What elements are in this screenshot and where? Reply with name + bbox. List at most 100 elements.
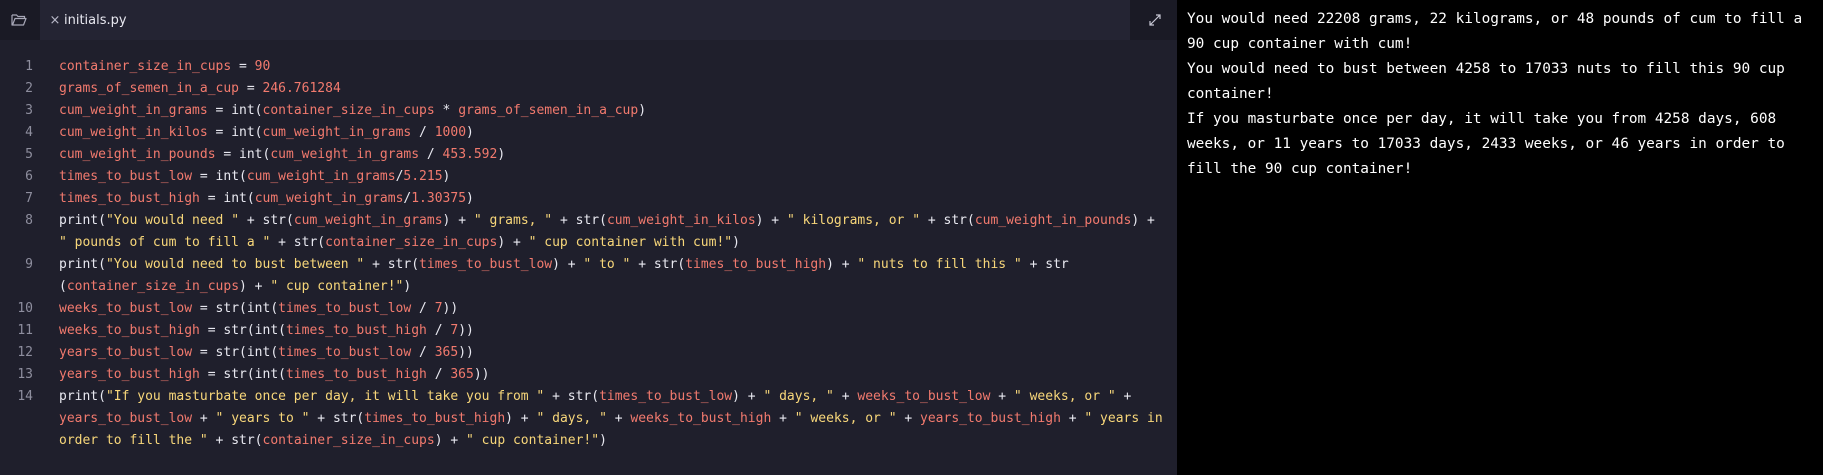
code-punct: + str( [630, 257, 686, 272]
code-number: 453.592 [442, 147, 498, 162]
code-text: cum_weight_in_grams = int(container_size… [59, 100, 1164, 122]
code-text: container_size_in_cups = 90 [59, 56, 1164, 78]
code-punct: )) [442, 301, 459, 316]
code-punct: ) [466, 125, 474, 140]
code-text: years_to_bust_high = str(int(times_to_bu… [59, 364, 1164, 386]
code-punct: + str( [239, 213, 294, 228]
code-variable: grams_of_semen_in_a_cup [458, 103, 639, 118]
code-string: " weeks, or " [1013, 389, 1116, 404]
code-line: 7 times_to_bust_high = int(cum_weight_in_… [0, 188, 1177, 210]
code-variable: cum_weight_in_kilos [606, 213, 756, 228]
code-punct: = str(int( [199, 323, 286, 338]
code-punct: = str(int( [192, 345, 279, 360]
code-punct: ) [599, 433, 607, 448]
code-punct: + str( [270, 235, 326, 250]
code-punct: + str( [364, 257, 420, 272]
line-number: 11 [17, 323, 33, 338]
code-punct: ) + [552, 257, 584, 272]
tab-bar: × initials.py [0, 0, 1177, 40]
code-punct: + [896, 411, 921, 426]
code-variable: cum_weight_in_pounds [974, 213, 1132, 228]
code-punct: = int( [192, 169, 247, 184]
output-line: If you masturbate once per day, it will … [1187, 111, 1794, 177]
code-variable: years_to_bust_high [59, 367, 200, 382]
line-number: 10 [17, 301, 33, 316]
code-string: " nuts to fill this " [857, 257, 1022, 272]
code-punct: ) + [442, 213, 474, 228]
code-punct: + [192, 411, 216, 426]
code-variable: years_to_bust_low [59, 411, 193, 426]
line-number: 5 [25, 147, 33, 162]
code-string: " to " [583, 257, 631, 272]
code-punct: + [606, 411, 631, 426]
code-punct: + str( [207, 433, 263, 448]
code-text: cum_weight_in_pounds = int(cum_weight_in… [59, 144, 1164, 166]
tab-initials-py[interactable]: × initials.py [40, 0, 1130, 40]
code-text: grams_of_semen_in_a_cup = 246.761284 [59, 78, 1164, 100]
code-string: " cup container!" [466, 433, 600, 448]
code-variable: cum_weight_in_grams [262, 125, 412, 140]
code-number: 90 [254, 59, 271, 74]
code-number: 246.761284 [262, 81, 341, 96]
code-variable: weeks_to_bust_low [857, 389, 991, 404]
code-text: print("You would need " + str(cum_weight… [59, 210, 1164, 254]
code-text: years_to_bust_low = str(int(times_to_bus… [59, 342, 1164, 364]
code-punct: / [426, 367, 451, 382]
code-punct: ) [403, 279, 412, 294]
code-text: print("If you masturbate once per day, i… [59, 386, 1164, 452]
code-punct: + [990, 389, 1014, 404]
code-punct: = int( [199, 191, 255, 206]
code-punct: + str( [552, 213, 607, 228]
code-punct: ) + [239, 279, 271, 294]
close-icon[interactable]: × [46, 13, 64, 28]
code-punct: ) + [434, 433, 467, 448]
code-string: " cup container with cum!" [528, 235, 733, 250]
code-string: " weeks, or " [794, 411, 897, 426]
code-line: 8 print("You would need " + str(cum_weigh… [0, 210, 1177, 254]
line-number: 8 [25, 213, 33, 228]
code-punct: print( [59, 257, 106, 272]
code-text: times_to_bust_low = int(cum_weight_in_gr… [59, 166, 1164, 188]
line-number: 4 [25, 125, 33, 140]
code-punct: + [833, 389, 858, 404]
code-punct: + [1115, 389, 1140, 404]
code-string: "You would need to bust between " [105, 257, 365, 272]
code-body[interactable]: 1 container_size_in_cups = 90 2 grams_of_se… [0, 56, 1177, 452]
code-line: 13 years_to_bust_high = str(int(times_to_… [0, 364, 1177, 386]
expand-icon [1149, 14, 1161, 26]
code-variable: cum_weight_in_grams [293, 213, 443, 228]
code-variable: times_to_bust_low [278, 301, 412, 316]
code-number: 1.30375 [411, 191, 467, 206]
files-button[interactable] [0, 0, 38, 40]
code-punct: ) + [826, 257, 858, 272]
code-punct: = int( [215, 147, 271, 162]
code-number: 7 [434, 301, 443, 316]
code-number: 365 [450, 367, 474, 382]
code-text: cum_weight_in_kilos = int(cum_weight_in_… [59, 122, 1164, 144]
line-number: 14 [17, 389, 33, 404]
line-number: 7 [25, 191, 33, 206]
code-variable: times_to_bust_high [364, 411, 506, 426]
code-text: weeks_to_bust_high = str(int(times_to_bu… [59, 320, 1164, 342]
code-line: 2 grams_of_semen_in_a_cup = 246.761284 [0, 78, 1177, 100]
code-line: 3 cum_weight_in_grams = int(container_siz… [0, 100, 1177, 122]
code-variable: cum_weight_in_pounds [59, 147, 216, 162]
code-punct: = [239, 81, 263, 96]
code-variable: container_size_in_cups [66, 279, 240, 294]
code-punct: = int( [207, 125, 263, 140]
console-output: You would need 22208 grams, 22 kilograms… [1187, 7, 1815, 182]
code-variable: cum_weight_in_grams [246, 169, 396, 184]
code-string: "If you masturbate once per day, it will… [105, 389, 545, 404]
code-variable: times_to_bust_high [285, 323, 427, 338]
line-number: 6 [25, 169, 33, 184]
code-punct: = [231, 59, 255, 74]
code-punct: * [434, 103, 459, 118]
code-punct: ) [466, 191, 474, 206]
code-line: 6 times_to_bust_low = int(cum_weight_in_g… [0, 166, 1177, 188]
expand-button[interactable] [1140, 5, 1170, 35]
code-variable: container_size_in_cups [262, 433, 435, 448]
folder-open-icon [11, 14, 27, 26]
code-punct: ) [732, 235, 740, 250]
code-punct: / [419, 147, 443, 162]
code-punct: + str( [920, 213, 975, 228]
